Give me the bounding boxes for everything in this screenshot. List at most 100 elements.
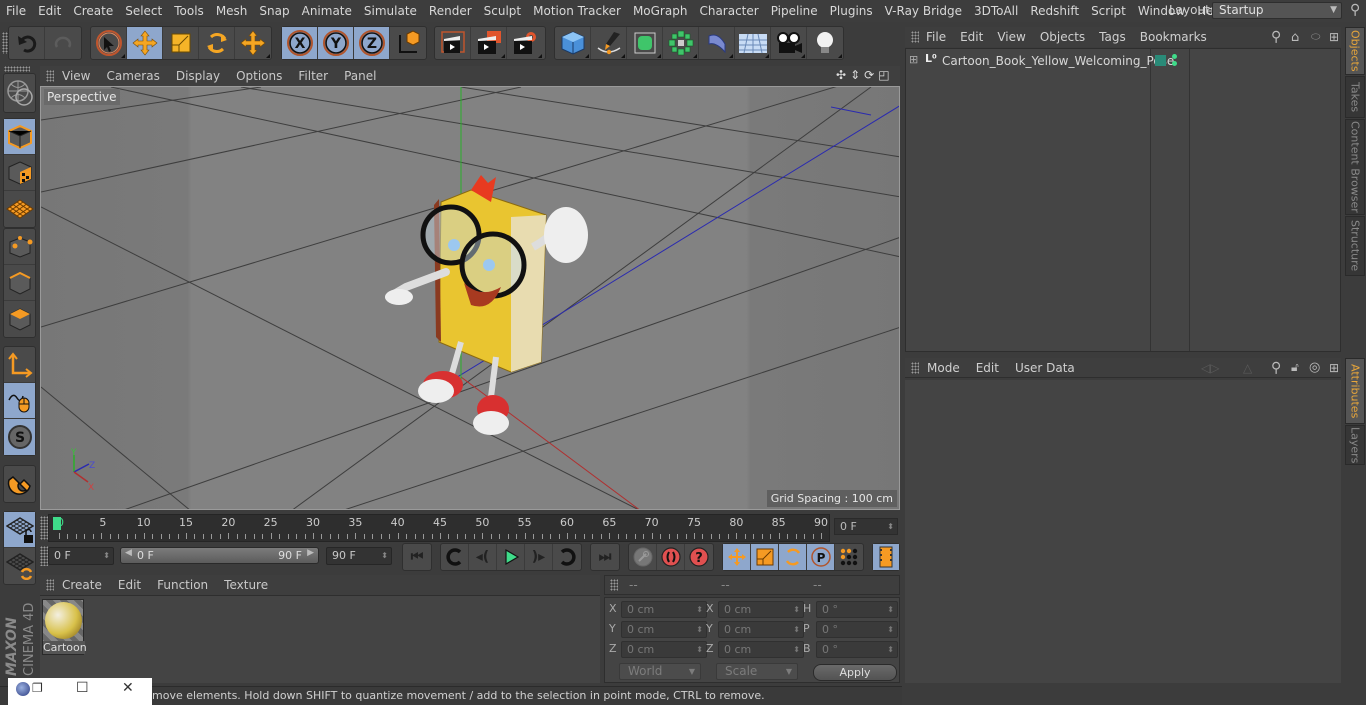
objects-menu-view[interactable]: View [990, 30, 1032, 44]
frame-range-slider[interactable]: ◀ 0 F 90 F ▶ [120, 547, 319, 564]
layer-color-swatch[interactable] [1155, 55, 1166, 66]
y-axis-button[interactable]: Y [318, 27, 354, 59]
start-frame-field[interactable]: 0 F ⬍ [48, 547, 114, 565]
z-axis-button[interactable]: Z [354, 27, 390, 59]
recent-tools-button[interactable] [235, 27, 271, 59]
menu-file[interactable]: File [0, 0, 32, 22]
rotate-button[interactable] [199, 27, 235, 59]
menu-animate[interactable]: Animate [296, 0, 358, 22]
expand-icon[interactable]: ⊞ [909, 53, 918, 66]
search-icon[interactable]: ⚲ [1350, 2, 1360, 18]
workplane-lock-button[interactable] [4, 512, 35, 548]
pos-x-field[interactable]: 0 cm ⬍ [621, 601, 707, 618]
back-forward-icon[interactable]: ◁▷ [1201, 361, 1219, 375]
coordinate-system-button[interactable] [390, 27, 426, 59]
object-manager-grip[interactable] [911, 31, 919, 43]
toggle-view-layout-icon[interactable]: ◰ [878, 68, 889, 82]
pos-y-field[interactable]: 0 cm ⬍ [621, 621, 707, 638]
go-to-start-button[interactable]: ⏮ [403, 544, 431, 570]
tab-takes[interactable]: Takes [1345, 76, 1365, 118]
timeline-ruler[interactable]: 051015202530354045505560657075808590 [48, 514, 830, 542]
spinner-icon[interactable]: ⬍ [887, 602, 894, 617]
objects-menu-tags[interactable]: Tags [1092, 30, 1133, 44]
rot-h-field[interactable]: 0 ° ⬍ [816, 601, 898, 618]
layout-dropdown[interactable]: Startup ▼ [1212, 2, 1342, 19]
next-frame-button[interactable]: )▸ [525, 544, 553, 570]
menu-render[interactable]: Render [423, 0, 478, 22]
floor-button[interactable] [735, 27, 771, 59]
spinner-icon[interactable]: ⬍ [887, 622, 894, 637]
object-row[interactable]: ⊞ L⁰ Cartoon_Book_Yellow_Welcoming_Pose [906, 51, 1341, 71]
menu-script[interactable]: Script [1085, 0, 1132, 22]
tab-attributes[interactable]: Attributes [1345, 358, 1365, 424]
cloner-button[interactable] [663, 27, 699, 59]
objects-menu-objects[interactable]: Objects [1033, 30, 1092, 44]
size-x-field[interactable]: 0 cm ⬍ [718, 601, 804, 618]
material-menu-create[interactable]: Create [54, 578, 110, 592]
restore-icon[interactable]: ❐ [32, 681, 43, 695]
deformer-button[interactable] [699, 27, 735, 59]
pen-button[interactable] [591, 27, 627, 59]
viewport-menu-view[interactable]: View [54, 69, 98, 83]
live-selection-button[interactable] [91, 27, 127, 59]
spinner-icon[interactable]: ⬍ [793, 602, 800, 617]
cube-button[interactable] [555, 27, 591, 59]
current-frame-field[interactable]: 0 F ⬍ [834, 518, 898, 535]
subdivision-button[interactable] [627, 27, 663, 59]
workplane-align-button[interactable] [4, 548, 35, 584]
viewport-menu-cameras[interactable]: Cameras [98, 69, 167, 83]
key-rotation-button[interactable] [779, 544, 807, 570]
viewport-camera-label[interactable]: Perspective [44, 89, 120, 105]
render-visibility-dot[interactable] [1172, 61, 1177, 66]
new-panel-icon[interactable]: ⊞ [1329, 361, 1339, 375]
tab-content-browser[interactable]: Content Browser [1345, 119, 1365, 215]
new-panel-icon[interactable]: ⊞ [1329, 30, 1339, 44]
objects-menu-edit[interactable]: Edit [953, 30, 990, 44]
menu-plugins[interactable]: Plugins [824, 0, 879, 22]
snap-button[interactable] [4, 466, 35, 502]
material-menu-function[interactable]: Function [149, 578, 216, 592]
menu-edit[interactable]: Edit [32, 0, 67, 22]
lock-icon[interactable]: 🔓︎ [1291, 360, 1299, 375]
size-mode-dropdown[interactable]: Scale ▼ [716, 663, 798, 680]
undo-button[interactable] [9, 27, 45, 59]
render-to-picture-viewer-button[interactable] [471, 27, 507, 59]
menu-3dtoall[interactable]: 3DToAll [968, 0, 1024, 22]
key-point-level-button[interactable] [835, 544, 863, 570]
viewport-menu-panel[interactable]: Panel [336, 69, 384, 83]
play-button[interactable] [497, 544, 525, 570]
axis-mode-button[interactable] [4, 347, 35, 383]
polygons-mode-button[interactable] [4, 301, 35, 337]
solo-mode-button[interactable]: S [4, 419, 35, 455]
edges-mode-button[interactable] [4, 265, 35, 301]
up-arrow-icon[interactable]: △ [1243, 361, 1252, 375]
record-active-objects-button[interactable] [629, 544, 657, 570]
texture-mode-button[interactable] [4, 155, 35, 191]
objects-menu-file[interactable]: File [919, 30, 953, 44]
viewport-grip[interactable] [46, 70, 54, 82]
workplane-mode-button[interactable] [4, 191, 35, 227]
menu-sculpt[interactable]: Sculpt [478, 0, 527, 22]
target-icon[interactable]: ◎ [1309, 360, 1320, 375]
key-position-button[interactable] [723, 544, 751, 570]
search-icon[interactable]: ⚲ [1271, 360, 1281, 376]
attributes-menu-user-data[interactable]: User Data [1007, 361, 1083, 375]
menu-character[interactable]: Character [693, 0, 764, 22]
move-button[interactable] [127, 27, 163, 59]
material-menu-edit[interactable]: Edit [110, 578, 149, 592]
viewport-3d[interactable]: Y Z X Perspective Grid Spacing : 100 cm [40, 86, 900, 510]
menu-select[interactable]: Select [119, 0, 168, 22]
close-icon[interactable]: ✕ [122, 680, 134, 696]
next-keyframe-button[interactable] [553, 544, 581, 570]
viewport-menu-options[interactable]: Options [228, 69, 290, 83]
spinner-icon[interactable]: ⬍ [793, 642, 800, 657]
tweak-mode-button[interactable] [4, 383, 35, 419]
attributes-menu-mode[interactable]: Mode [919, 361, 968, 375]
coordinate-space-dropdown[interactable]: World ▼ [619, 663, 701, 680]
go-to-end-button[interactable]: ⏭ [591, 544, 619, 570]
menu-tools[interactable]: Tools [168, 0, 210, 22]
spinner-icon[interactable]: ⬍ [381, 548, 388, 564]
search-icon[interactable]: ⚲ [1271, 29, 1281, 45]
timeline-window-button[interactable] [873, 544, 899, 570]
x-axis-button[interactable]: X [282, 27, 318, 59]
